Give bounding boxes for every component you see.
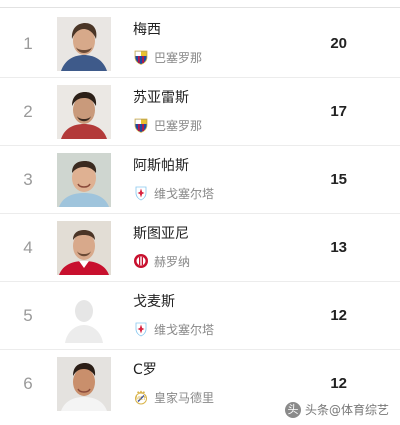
- list-item[interactable]: 1 梅西 巴塞罗那 20: [0, 10, 400, 78]
- rank-number: 5: [23, 306, 33, 325]
- toutiao-logo-icon: 头: [284, 401, 301, 418]
- club-name: 维戈塞尔塔: [154, 322, 215, 337]
- club-name: 赫罗纳: [154, 254, 191, 269]
- player-photo: [57, 357, 111, 411]
- celta-vigo-badge-icon: [135, 322, 147, 337]
- player-name: 斯图亚尼: [133, 226, 189, 242]
- placeholder-avatar: [57, 289, 111, 343]
- player-photo: [57, 85, 111, 139]
- goal-count: 13: [330, 239, 347, 256]
- player-photo: [57, 17, 111, 71]
- player-name: C罗: [133, 362, 157, 378]
- goal-count: 17: [330, 103, 347, 120]
- player-name: 苏亚雷斯: [133, 90, 189, 106]
- list-item[interactable]: 5 戈麦斯 维戈塞尔塔 12: [0, 282, 400, 350]
- watermark-text: 头条@体育综艺: [304, 403, 389, 417]
- real-madrid-badge-icon: MCF: [135, 390, 147, 405]
- celta-vigo-badge-icon: [135, 186, 147, 201]
- goal-count: 15: [330, 171, 347, 188]
- list-item[interactable]: 2 苏亚雷斯 巴塞罗那 17: [0, 78, 400, 146]
- scorer-list: 1 梅西 巴塞罗那 20 2 苏亚雷斯 巴塞罗那 17 3 阿斯帕斯 维戈塞尔塔…: [0, 10, 400, 418]
- goal-count: 12: [330, 307, 347, 324]
- barcelona-badge-icon: [134, 118, 148, 133]
- girona-badge-icon: [134, 254, 148, 268]
- club-name: 巴塞罗那: [154, 118, 203, 133]
- list-item[interactable]: 3 阿斯帕斯 维戈塞尔塔 15: [0, 146, 400, 214]
- top-divider: [0, 0, 400, 8]
- club-name: 巴塞罗那: [154, 50, 203, 65]
- club-info: 巴塞罗那: [133, 49, 202, 65]
- rank-number: 6: [23, 374, 33, 393]
- club-info: 赫罗纳: [133, 253, 190, 269]
- club-info: 维戈塞尔塔: [133, 185, 214, 201]
- rank-number: 1: [23, 34, 33, 53]
- rank-number: 4: [23, 238, 33, 257]
- goal-count: 20: [330, 35, 347, 52]
- player-photo: [57, 153, 111, 207]
- club-name: 皇家马德里: [154, 390, 215, 405]
- club-info: MCF 皇家马德里: [133, 389, 214, 405]
- rank-number: 3: [23, 170, 33, 189]
- rank-number: 2: [23, 102, 33, 121]
- svg-text:MCF: MCF: [136, 396, 147, 402]
- player-name: 戈麦斯: [133, 294, 175, 310]
- club-name: 维戈塞尔塔: [154, 186, 215, 201]
- watermark: 头 头条@体育综艺: [281, 400, 392, 419]
- player-name: 阿斯帕斯: [133, 158, 189, 174]
- list-item[interactable]: 4 斯图亚尼 赫罗纳 13: [0, 214, 400, 282]
- barcelona-badge-icon: [134, 50, 148, 65]
- club-info: 维戈塞尔塔: [133, 321, 214, 337]
- player-name: 梅西: [133, 22, 161, 38]
- player-photo: [57, 221, 111, 275]
- club-info: 巴塞罗那: [133, 117, 202, 133]
